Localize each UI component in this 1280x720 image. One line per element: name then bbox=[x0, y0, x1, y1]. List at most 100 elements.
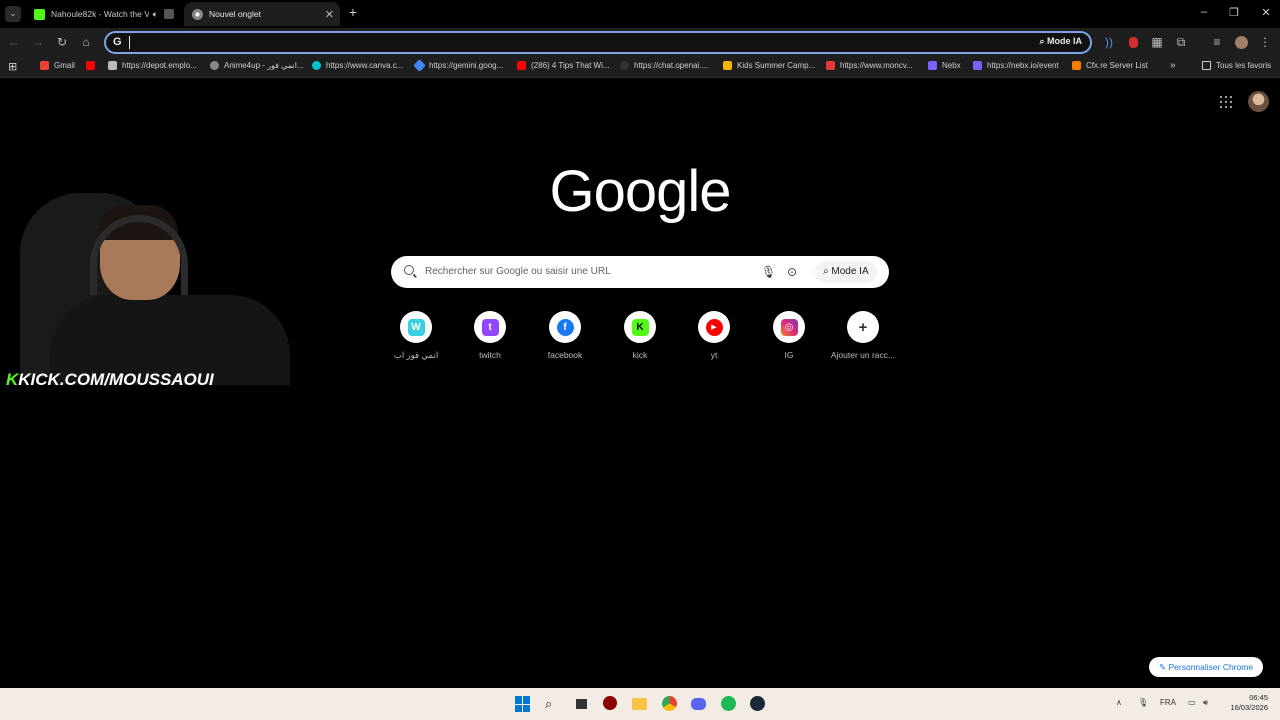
nebx-icon bbox=[928, 61, 937, 70]
customize-chrome-button[interactable]: ✎ Personnaliser Chrome bbox=[1149, 657, 1264, 677]
tray-overflow-icon[interactable]: ∧ bbox=[1116, 698, 1122, 707]
bookmark-canva[interactable]: https://www.canva.c... bbox=[312, 61, 403, 70]
menu-kebab-icon[interactable]: ⋮ bbox=[1257, 35, 1273, 51]
new-tab-button[interactable]: + bbox=[343, 4, 363, 20]
ntp-search-box[interactable]: Rechercher sur Google ou saisir une URL … bbox=[391, 256, 889, 288]
omnibox-mode-ia-button[interactable]: ⌕ Mode IA bbox=[1039, 36, 1082, 47]
google-apps-icon[interactable] bbox=[1220, 96, 1232, 108]
shortcut-label: IG bbox=[784, 350, 794, 360]
tab-strip: ⌄ Nahoule82k - Watch the VC 🔈︎ Nouvel on… bbox=[0, 0, 1280, 28]
shortcut-anime4up[interactable]: W انمي فور اب bbox=[378, 311, 454, 361]
bookmark-anime4up[interactable]: Anime4up - انمي فور... bbox=[210, 61, 304, 70]
mode-ia-label: Mode IA bbox=[831, 266, 869, 277]
shortcut-facebook[interactable]: f facebook bbox=[527, 311, 603, 360]
bookmark-label: https://gemini.goog... bbox=[429, 61, 504, 70]
shortcut-label: kick bbox=[632, 350, 648, 360]
browser-toolbar: ← → ↻ ⌂ G ⌕ Mode IA )) ▦ ⧉ ≡ ⋮ bbox=[0, 28, 1280, 56]
discord-icon[interactable] bbox=[691, 696, 707, 712]
tab-search-chevron-icon[interactable]: ⌄ bbox=[5, 6, 21, 22]
bookmark-youtube-tips[interactable]: (286) 4 Tips That Wi... bbox=[517, 61, 610, 70]
search-icon[interactable]: ⌕ bbox=[545, 696, 561, 712]
windows-start-icon[interactable] bbox=[515, 696, 531, 712]
forward-icon[interactable]: → bbox=[30, 35, 46, 51]
cfx-icon bbox=[1072, 61, 1081, 70]
home-icon[interactable]: ⌂ bbox=[78, 35, 94, 51]
bookmark-nebx-event[interactable]: https://nebx.io/event bbox=[973, 61, 1059, 70]
tab-title: Nouvel onglet bbox=[209, 9, 261, 19]
account-avatar[interactable] bbox=[1248, 91, 1269, 112]
profile-avatar-icon[interactable] bbox=[1233, 35, 1249, 51]
bookmark-youtube[interactable] bbox=[86, 61, 100, 70]
steam-icon[interactable] bbox=[750, 696, 766, 712]
shortcut-label: facebook bbox=[547, 350, 583, 360]
bookmark-label: https://www.canva.c... bbox=[326, 61, 404, 70]
tab-close-icon[interactable]: ✕ bbox=[325, 8, 334, 21]
kick-channel-watermark: KKICK.COM/MOUSSAOUI bbox=[6, 370, 214, 390]
volume-icon[interactable]: 🔊︎ bbox=[1203, 698, 1208, 708]
tab-nahoule82k[interactable]: Nahoule82k - Watch the VC 🔈︎ bbox=[26, 2, 178, 26]
address-bar[interactable]: G ⌕ Mode IA bbox=[104, 31, 1092, 54]
instagram-icon: ◎ bbox=[780, 318, 798, 336]
bookmark-label: Cfx.re Server List bbox=[1086, 61, 1148, 70]
chrome-icon[interactable] bbox=[662, 696, 678, 712]
network-icon[interactable]: ▭ bbox=[1188, 698, 1196, 707]
kick-logo-k: K bbox=[6, 370, 19, 389]
apps-grid-icon[interactable]: ⊞ bbox=[8, 60, 17, 73]
bookmark-label: https://depot.emplo... bbox=[122, 61, 197, 70]
task-view-icon[interactable] bbox=[573, 696, 589, 712]
clock[interactable]: 06:45 16/03/2026 bbox=[1222, 693, 1268, 713]
google-logo: Google bbox=[549, 159, 731, 224]
youtube-icon: ▶ bbox=[705, 318, 723, 336]
tab-search-icon[interactable]: ≡ bbox=[1209, 35, 1225, 51]
extension-grid-icon[interactable]: ▦ bbox=[1149, 35, 1165, 51]
folder-icon bbox=[1202, 61, 1211, 70]
bookmark-label: Gmail bbox=[54, 61, 75, 70]
extensions-puzzle-icon[interactable]: ⧉ bbox=[1173, 35, 1189, 51]
bookmark-chatgpt[interactable]: https://chat.openai.... bbox=[620, 61, 708, 70]
extension-audio-icon[interactable]: )) bbox=[1101, 35, 1117, 51]
reload-icon[interactable]: ↻ bbox=[54, 35, 70, 51]
microphone-icon[interactable]: 🎙︎ bbox=[761, 265, 776, 279]
app-red-icon[interactable] bbox=[603, 696, 619, 712]
bookmark-gemini[interactable]: https://gemini.goog... bbox=[413, 59, 504, 72]
tab-new-tab[interactable]: Nouvel onglet ✕ bbox=[184, 2, 340, 26]
all-bookmarks-folder[interactable]: Tous les favoris bbox=[1202, 61, 1271, 70]
kick-url: KICK.COM/MOUSSAOUI bbox=[18, 370, 214, 389]
bookmark-label: https://nebx.io/event bbox=[987, 61, 1059, 70]
bookmark-moncv[interactable]: https://www.moncv... bbox=[826, 61, 913, 70]
bookmark-label: https://chat.openai.... bbox=[634, 61, 709, 70]
shortcut-ig[interactable]: ◎ IG bbox=[751, 311, 827, 360]
shortcut-twitch[interactable]: t twitch bbox=[452, 311, 528, 360]
bookmark-nebx[interactable]: Nebx bbox=[928, 61, 961, 70]
spotify-icon[interactable] bbox=[721, 696, 737, 712]
bookmark-label: (286) 4 Tips That Wi... bbox=[531, 61, 610, 70]
facebook-icon: f bbox=[556, 318, 574, 336]
file-explorer-icon[interactable] bbox=[632, 696, 648, 712]
shortcut-add[interactable]: + Ajouter un racc... bbox=[825, 311, 901, 360]
speaker-icon[interactable]: 🔈︎ bbox=[153, 9, 158, 20]
minimize-button[interactable]: – bbox=[1194, 6, 1214, 18]
tab-close-icon[interactable] bbox=[164, 9, 174, 19]
language-indicator[interactable]: FRA bbox=[1160, 698, 1176, 707]
shortcut-label: yt bbox=[710, 350, 718, 360]
bookmark-cfx[interactable]: Cfx.re Server List bbox=[1072, 61, 1148, 70]
shortcut-label: انمي فور اب bbox=[393, 350, 439, 360]
close-window-button[interactable]: ✕ bbox=[1256, 6, 1276, 19]
google-lens-icon[interactable]: ⊙ bbox=[787, 265, 797, 279]
kick-icon: K bbox=[631, 318, 649, 336]
bookmark-kids-camp[interactable]: Kids Summer Camp... bbox=[723, 61, 815, 70]
shortcut-yt[interactable]: ▶ yt bbox=[676, 311, 752, 360]
extension-red-icon[interactable] bbox=[1125, 35, 1141, 51]
bookmark-gmail[interactable]: Gmail bbox=[40, 61, 75, 70]
back-icon[interactable]: ← bbox=[6, 35, 22, 51]
time: 06:45 bbox=[1249, 693, 1268, 702]
bookmark-label: https://www.moncv... bbox=[840, 61, 913, 70]
twitch-icon: t bbox=[481, 318, 499, 336]
shortcut-kick[interactable]: K kick bbox=[602, 311, 678, 360]
youtube-icon bbox=[86, 61, 95, 70]
bookmarks-overflow-icon[interactable]: » bbox=[1170, 60, 1176, 71]
microphone-icon[interactable]: 🎙︎ bbox=[1138, 698, 1148, 707]
search-mode-ia-button[interactable]: ⌕ Mode IA bbox=[815, 261, 877, 283]
bookmark-depot-emploi[interactable]: https://depot.emplo... bbox=[108, 61, 197, 70]
restore-button[interactable]: ❐ bbox=[1224, 6, 1244, 19]
